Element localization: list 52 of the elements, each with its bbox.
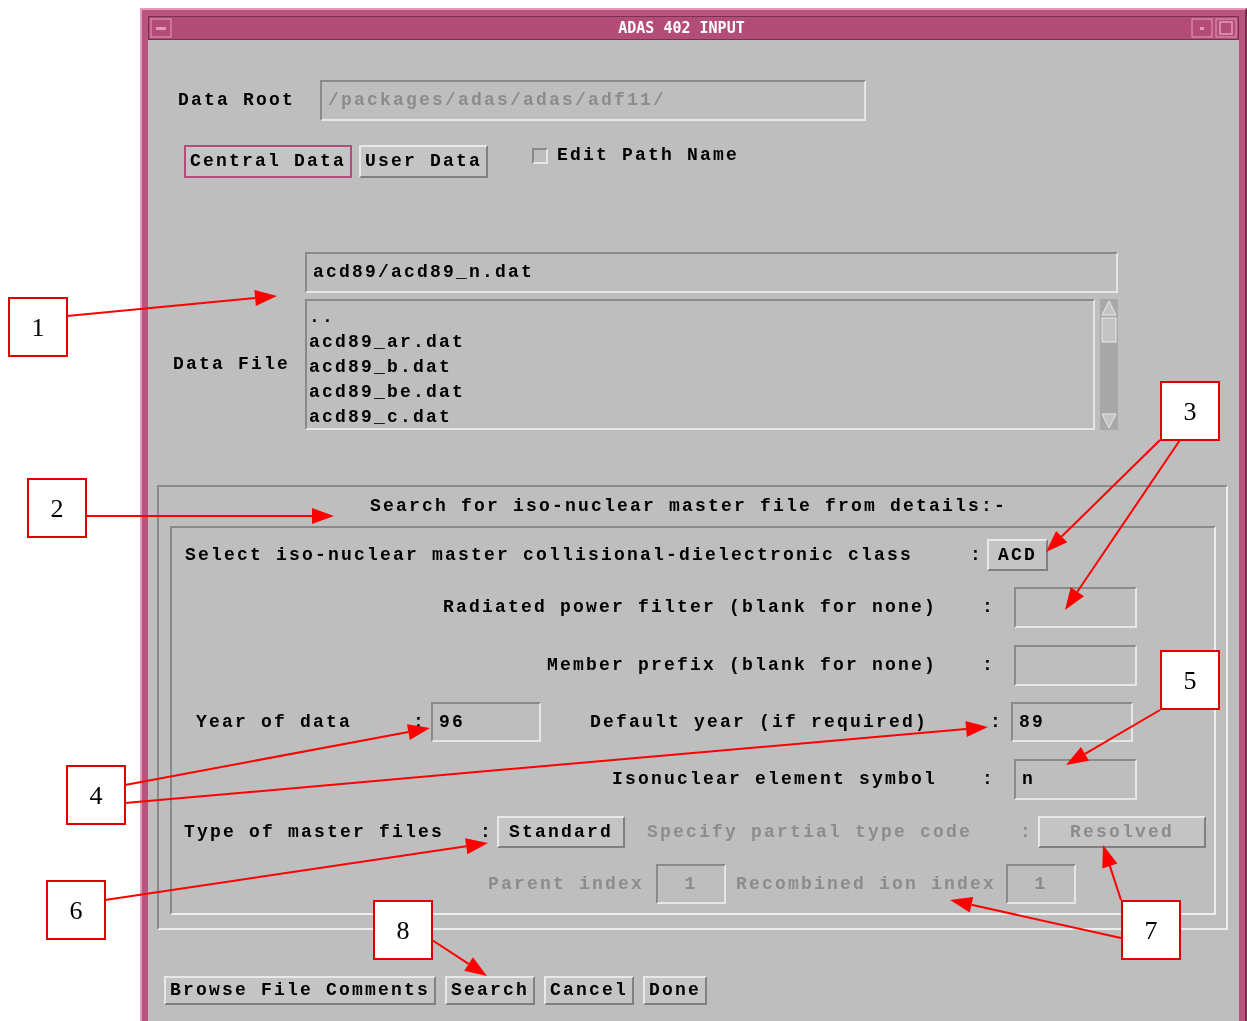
window-menu-icon[interactable] bbox=[150, 18, 172, 38]
filename-field[interactable]: acd89/acd89_n.dat bbox=[305, 252, 1118, 293]
browse-comments-button[interactable]: Browse File Comments bbox=[164, 976, 437, 1005]
file-list-item[interactable]: acd89_b.dat bbox=[309, 355, 1093, 380]
done-button[interactable]: Done bbox=[643, 976, 708, 1005]
class-label: Select iso-nuclear master collisional-dielectronic class bbox=[185, 543, 915, 567]
callout: 8 bbox=[373, 900, 433, 960]
arrow bbox=[431, 939, 487, 976]
default-year-label: Default year (if required) bbox=[590, 710, 930, 734]
callout: 7 bbox=[1121, 900, 1181, 960]
search-button[interactable]: Search bbox=[445, 976, 536, 1005]
colon: : bbox=[982, 596, 995, 619]
callout: 1 bbox=[8, 297, 68, 357]
colon: : bbox=[982, 654, 995, 677]
year-field[interactable]: 96 bbox=[431, 702, 541, 742]
year-label: Year of data bbox=[196, 710, 354, 734]
callout: 5 bbox=[1160, 650, 1220, 710]
data-source-tab[interactable]: User Data bbox=[359, 145, 489, 178]
callout: 2 bbox=[27, 478, 87, 538]
data-file-label: Data File bbox=[173, 353, 292, 376]
radiated-filter-label: Radiated power filter (blank for none) bbox=[441, 596, 937, 619]
minimize-icon[interactable] bbox=[1191, 18, 1213, 38]
master-type-label: Type of master files bbox=[184, 820, 446, 844]
callout: 4 bbox=[66, 765, 126, 825]
member-prefix-label: Member prefix (blank for none) bbox=[545, 654, 937, 677]
colon: : bbox=[990, 710, 1004, 734]
cancel-button[interactable]: Cancel bbox=[544, 976, 635, 1005]
window-title: ADAS 402 INPUT bbox=[617, 17, 746, 39]
class-button[interactable]: ACD bbox=[987, 539, 1048, 571]
colon: : bbox=[982, 768, 995, 791]
master-type-button[interactable]: Standard bbox=[497, 816, 625, 848]
default-year-field[interactable]: 89 bbox=[1011, 702, 1133, 742]
colon: : bbox=[970, 543, 984, 567]
member-prefix-field[interactable] bbox=[1014, 645, 1137, 686]
scrollbar[interactable] bbox=[1100, 299, 1118, 430]
file-list-item[interactable]: acd89_ar.dat bbox=[309, 330, 1093, 355]
edit-path-label: Edit Path Name bbox=[557, 144, 740, 167]
callout: 3 bbox=[1160, 381, 1220, 441]
file-list-item[interactable]: .. bbox=[309, 305, 1093, 330]
file-list-item[interactable]: acd89_c.dat bbox=[309, 405, 1093, 430]
data-root-label: Data Root bbox=[178, 89, 297, 112]
colon: : bbox=[1020, 820, 1034, 844]
radiated-filter-field[interactable] bbox=[1014, 587, 1137, 628]
element-symbol-field[interactable]: n bbox=[1014, 759, 1137, 800]
file-list-item[interactable]: acd89_be.dat bbox=[309, 380, 1093, 405]
edit-path-checkbox[interactable] bbox=[532, 147, 549, 164]
maximize-icon[interactable] bbox=[1215, 18, 1237, 38]
element-symbol-label: Isonuclear element symbol bbox=[610, 768, 937, 791]
data-source-tab[interactable]: Central Data bbox=[184, 145, 353, 178]
group-title: Search for iso-nuclear master file from details:- bbox=[370, 495, 1008, 518]
colon: : bbox=[480, 820, 494, 844]
callout: 6 bbox=[46, 880, 106, 940]
